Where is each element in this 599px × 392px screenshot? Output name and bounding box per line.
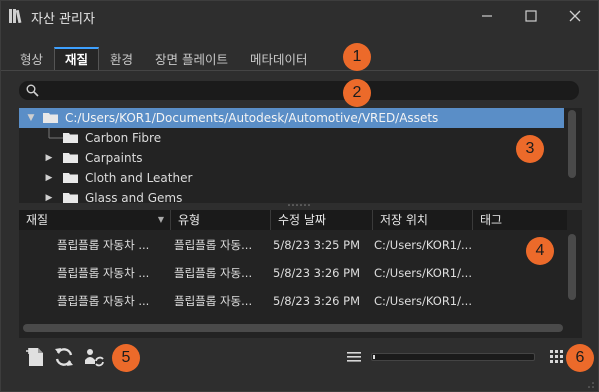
column-header-modified[interactable]: 수정 날짜 (271, 210, 373, 230)
column-header-type[interactable]: 유형 (171, 210, 271, 230)
tab-scene-plates[interactable]: 장면 플레이트 (144, 47, 239, 71)
minimize-icon (482, 15, 492, 17)
cell-location: C:/Users/KOR1/... (374, 294, 471, 308)
cell-location: C:/Users/KOR1/... (374, 266, 471, 280)
table-row[interactable]: 플립플롭 자동차 ... 플립플롭 자동... 5/8/23 3:25 PM C… (19, 231, 567, 259)
tree-item[interactable]: ▶ Glass and Gems (19, 188, 564, 203)
maximize-button[interactable] (509, 1, 553, 31)
table-vertical-scrollbar[interactable] (568, 234, 576, 300)
table-row[interactable]: 플립플롭 자동차 ... 플립플롭 자동... 5/8/23 3:26 PM C… (19, 259, 567, 287)
tree-item[interactable]: ▶ Carpaints (19, 148, 564, 168)
cell-material: 플립플롭 자동차 ... (57, 266, 150, 280)
folder-icon (63, 193, 78, 203)
tree-item[interactable]: Carbon Fibre (19, 128, 564, 148)
tree-item-label: Cloth and Leather (85, 171, 193, 185)
tree-root-label: C:/Users/KOR1/Documents/Autodesk/Automot… (65, 111, 439, 125)
table-row[interactable]: 플립플롭 자동차 ... 플립플롭 자동... 5/8/23 3:26 PM C… (19, 287, 567, 315)
cell-modified: 5/8/23 3:26 PM (273, 294, 361, 308)
callout-badge-1: 1 (343, 43, 371, 71)
sort-desc-icon: ▼ (157, 215, 164, 224)
tree-root-item[interactable]: ▼ C:/Users/KOR1/Documents/Autodesk/Autom… (19, 108, 564, 128)
callout-badge-4: 4 (526, 237, 554, 265)
search-icon (26, 84, 39, 97)
tree-item-label: Glass and Gems (85, 191, 183, 203)
callout-badge-2: 2 (343, 79, 371, 107)
tab-bar: 형상 재질 환경 장면 플레이트 메타데이터 (9, 47, 319, 71)
resize-grip-icon[interactable] (587, 381, 595, 389)
search-bar[interactable] (19, 81, 579, 100)
asset-table: 재질 ▼ 유형 수정 날짜 저장 위치 태그 플립플롭 자동차 ... 플립플롭… (19, 210, 582, 338)
expand-arrow-icon[interactable]: ▼ (25, 108, 37, 128)
list-view-icon (347, 352, 361, 362)
tab-materials[interactable]: 재질 (54, 47, 100, 71)
cell-type: 플립플롭 자동... (174, 294, 253, 308)
table-horizontal-scrollbar[interactable] (23, 324, 563, 332)
thumbnail-size-slider[interactable] (371, 353, 535, 361)
tab-geometry[interactable]: 형상 (9, 47, 54, 71)
close-button[interactable] (553, 1, 597, 31)
window-title: 자산 관리자 (31, 12, 95, 27)
folder-icon (63, 153, 78, 163)
table-header: 재질 ▼ 유형 수정 날짜 저장 위치 태그 (19, 210, 567, 230)
maximize-icon (525, 10, 537, 22)
list-view-button[interactable] (343, 346, 365, 368)
tree-scrollbar[interactable] (568, 110, 576, 178)
grid-view-button[interactable] (546, 346, 568, 368)
grid-view-icon (550, 350, 563, 363)
column-header-material[interactable]: 재질 ▼ (19, 210, 171, 230)
callout-badge-6: 6 (566, 344, 594, 372)
title-bar: 자산 관리자 (1, 1, 598, 31)
asset-manager-window: 자산 관리자 형상 재질 환경 장면 플레이트 메타데이터 ▼ C:/Users… (0, 0, 599, 392)
tab-metadata[interactable]: 메타데이터 (239, 47, 319, 71)
cell-material: 플립플롭 자동차 ... (57, 238, 150, 252)
cell-type: 플립플롭 자동... (174, 266, 253, 280)
search-input[interactable] (42, 82, 562, 99)
folder-tree: ▼ C:/Users/KOR1/Documents/Autodesk/Autom… (19, 108, 582, 203)
tree-item[interactable]: ▶ Cloth and Leather (19, 168, 564, 188)
refresh-button[interactable] (53, 346, 75, 368)
cell-location: C:/Users/KOR1/... (374, 238, 471, 252)
cell-material: 플립플롭 자동차 ... (57, 294, 150, 308)
tree-item-label: Carpaints (85, 151, 143, 165)
minimize-button[interactable] (465, 1, 509, 31)
folder-icon (63, 173, 78, 183)
folder-icon (63, 133, 78, 143)
replace-button[interactable] (83, 346, 105, 368)
column-header-tags[interactable]: 태그 (473, 210, 567, 230)
collapsed-arrow-icon[interactable]: ▶ (43, 168, 55, 188)
replace-icon (85, 349, 104, 367)
new-asset-button[interactable] (24, 346, 46, 368)
cell-type: 플립플롭 자동... (174, 238, 253, 252)
cell-modified: 5/8/23 3:26 PM (273, 266, 361, 280)
refresh-icon (55, 348, 73, 366)
tree-item-label: Carbon Fibre (85, 131, 162, 145)
tab-divider (1, 70, 598, 71)
tab-environments[interactable]: 환경 (99, 47, 144, 71)
collapsed-arrow-icon[interactable]: ▶ (43, 148, 55, 168)
new-file-icon (26, 348, 43, 366)
open-folder-icon (43, 113, 58, 123)
close-icon (569, 10, 581, 22)
books-icon (9, 9, 22, 23)
column-header-location[interactable]: 저장 위치 (373, 210, 473, 230)
splitter-handle[interactable] (286, 203, 312, 207)
collapsed-arrow-icon[interactable]: ▶ (43, 188, 55, 203)
callout-badge-3: 3 (516, 135, 544, 163)
column-header-label: 재질 (26, 213, 49, 227)
slider-fill (373, 355, 375, 359)
callout-badge-5: 5 (112, 344, 140, 372)
cell-modified: 5/8/23 3:25 PM (273, 238, 361, 252)
